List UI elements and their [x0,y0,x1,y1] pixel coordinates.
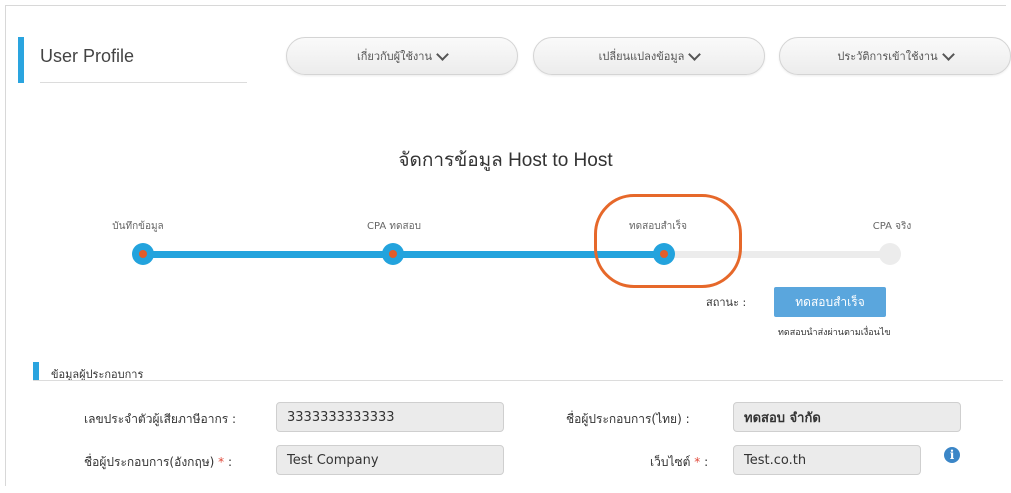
step-dot [389,250,397,258]
step-dot [139,250,147,258]
name-en-label-text: ชื่อผู้ประกอบการ(อังกฤษ) [84,455,215,469]
step-label-cpa-real: CPA จริง [872,221,912,232]
menu-change-info-button[interactable]: เปลี่ยนแปลงข้อมูล [533,37,765,75]
website-field[interactable]: Test.co.th [733,445,921,475]
status-label: สถานะ : [706,296,747,309]
info-icon[interactable]: i [944,447,960,463]
tax-id-label: เลขประจำตัวผู้เสียภาษีอากร : [84,412,237,426]
label-colon: : [227,455,233,469]
chevron-down-icon [941,47,955,61]
current-step-highlight [594,194,742,288]
page-title: User Profile [40,46,135,66]
step-label-cpa-test: CPA ทดสอบ [367,221,421,232]
website-label-text: เว็บไซต์ [650,455,691,469]
required-marker: * [694,455,701,469]
title-accent-bar [18,37,24,83]
website-label: เว็บไซต์ * : [650,453,708,472]
chevron-down-icon [688,47,702,61]
menu-login-history-button[interactable]: ประวัติการเข้าใช้งาน [779,37,1011,75]
name-en-field[interactable]: Test Company [276,445,504,475]
status-note: ทดสอบนำส่งผ่านตามเงื่อนไข [778,328,891,338]
chevron-down-icon [436,47,449,61]
name-en-label: ชื่อผู้ประกอบการ(อังกฤษ) * : [84,453,232,472]
section-accent-bar [33,362,39,380]
step-node-save [132,243,154,265]
step-label-save: บันทึกข้อมูล [112,221,164,232]
step-node-cpa-real [879,243,901,265]
menu-label: ประวัติการเข้าใช้งาน [837,50,938,63]
section-heading: จัดการข้อมูล Host to Host [398,150,613,171]
title-divider [40,82,247,83]
section-divider [33,380,1003,381]
menu-about-user-button[interactable]: เกี่ยวกับผู้ใช้งาน [286,37,518,75]
tax-id-field[interactable]: 3333333333333 [276,402,504,432]
name-th-field[interactable]: ทดสอบ จำกัด [733,402,961,432]
step-node-cpa-test [382,243,404,265]
menu-label: เกี่ยวกับผู้ใช้งาน [356,50,433,63]
status-badge[interactable]: ทดสอบสำเร็จ [774,287,886,317]
menu-label: เปลี่ยนแปลงข้อมูล [598,50,685,63]
label-colon: : [704,455,709,469]
name-th-label: ชื่อผู้ประกอบการ(ไทย) : [566,412,690,426]
required-marker: * [218,455,225,469]
